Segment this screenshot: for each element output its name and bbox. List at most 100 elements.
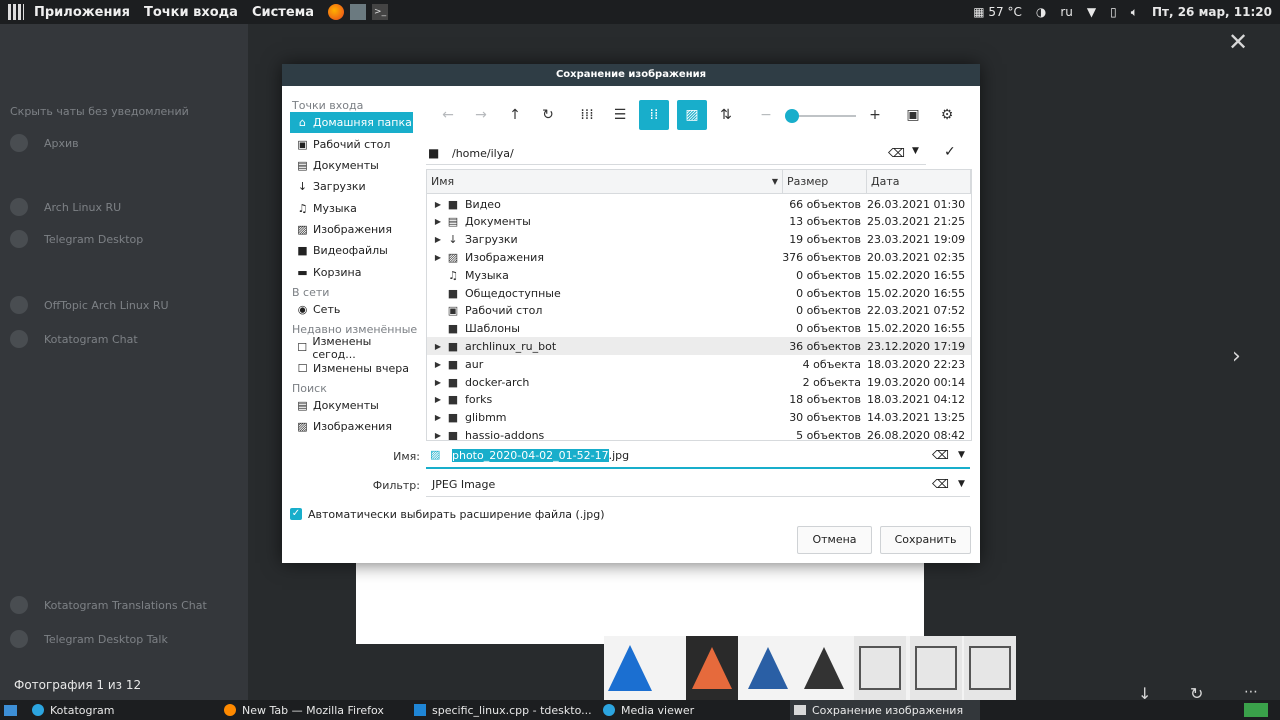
expand-arrow-icon[interactable]: ▶ xyxy=(433,342,443,351)
apps-grid-icon[interactable] xyxy=(8,4,24,20)
task-kotatogram[interactable]: Kotatogram xyxy=(32,700,114,720)
search-images[interactable]: ▨ Изображения xyxy=(290,416,413,437)
file-row[interactable]: ▶ ■ forks 18 объектов 18.03.2021 04:12 xyxy=(427,391,971,409)
sort-button[interactable]: ⇅ xyxy=(711,100,741,130)
firefox-launcher-icon[interactable] xyxy=(328,4,345,20)
thumbnail[interactable] xyxy=(742,636,794,700)
close-viewer-icon[interactable]: ✕ xyxy=(1228,28,1248,56)
path-dropdown-icon[interactable]: ▼ xyxy=(912,146,919,156)
volume-icon[interactable]: 🔈︎ xyxy=(1131,5,1138,20)
file-row[interactable]: ▶ ■ archlinux_ru_bot 36 объектов 23.12.2020 … xyxy=(427,337,971,356)
file-row[interactable]: ▶ ↓ Загрузки 19 объектов 23.03.2021 19:09 xyxy=(427,231,971,249)
column-size-header[interactable]: Размер xyxy=(783,170,867,194)
expand-arrow-icon[interactable]: ▶ xyxy=(433,253,443,262)
place-desktop[interactable]: ▣ Рабочий стол xyxy=(290,134,413,155)
task-firefox[interactable]: New Tab — Mozilla Firefox xyxy=(224,700,384,720)
place-trash[interactable]: ▬ Корзина xyxy=(290,262,413,283)
zoom-slider-handle[interactable] xyxy=(785,109,799,123)
zoom-in-button[interactable]: + xyxy=(860,100,890,130)
path-input[interactable] xyxy=(448,143,876,163)
back-button[interactable]: ← xyxy=(433,100,463,130)
auto-extension-checkbox[interactable]: ✓ xyxy=(290,508,302,520)
expand-arrow-icon[interactable]: ▶ xyxy=(433,395,443,404)
expand-arrow-icon[interactable]: ▶ xyxy=(433,217,443,226)
thumbnail[interactable] xyxy=(964,636,1016,700)
expand-arrow-icon[interactable]: ▶ xyxy=(433,413,443,422)
clear-filter-icon[interactable]: ⌫ xyxy=(932,477,949,491)
file-row[interactable]: ▶ ▨ Изображения 376 объектов 20.03.2021 02:3… xyxy=(427,248,971,266)
place-pictures[interactable]: ▨ Изображения xyxy=(290,219,413,240)
wifi-icon[interactable]: ▼ xyxy=(1087,5,1096,19)
folder-icon: ■ xyxy=(447,322,459,336)
column-name-header[interactable]: Имя ▼ xyxy=(427,170,783,194)
save-button[interactable]: Сохранить xyxy=(880,526,971,554)
filter-select[interactable]: JPEG Image ⌫ ▼ xyxy=(426,474,970,497)
show-desktop-button[interactable] xyxy=(4,700,17,720)
place-modified-yesterday[interactable]: ☐ Изменены вчера xyxy=(290,358,413,379)
expand-arrow-icon[interactable]: ▶ xyxy=(433,431,443,440)
filename-field[interactable]: ▨ photo_2020-04-02_01-52-17.jpg ⌫ ▼ xyxy=(426,445,970,469)
filename-text[interactable]: photo_2020-04-02_01-52-17.jpg xyxy=(452,449,629,462)
vpn-icon[interactable]: ◑ xyxy=(1036,5,1046,19)
menu-places[interactable]: Точки входа xyxy=(144,5,238,20)
place-home[interactable]: ⌂ Домашняя папка xyxy=(290,112,413,133)
task-save-dialog[interactable]: Сохранение изображения xyxy=(790,700,980,720)
more-icon[interactable]: ⋯ xyxy=(1244,684,1258,700)
task-vscode[interactable]: specific_linux.cpp - tdeskto... xyxy=(414,700,592,720)
place-downloads[interactable]: ↓ Загрузки xyxy=(290,176,413,197)
list-view-button[interactable]: ☰ xyxy=(605,100,635,130)
icon-view-button[interactable]: ⁞⁞⁞ xyxy=(572,100,602,130)
filter-dropdown-icon[interactable]: ▼ xyxy=(958,479,965,489)
confirm-path-icon[interactable]: ✓ xyxy=(944,144,956,160)
menu-system[interactable]: Система xyxy=(252,5,314,20)
file-row[interactable]: ■ Общедоступные 0 объектов 15.02.2020 16:55 xyxy=(427,284,971,302)
keyboard-layout[interactable]: ru xyxy=(1060,5,1073,19)
battery-icon[interactable]: ▯ xyxy=(1110,5,1117,19)
file-row[interactable]: ▶ ■ Видео 66 объектов 26.03.2021 01:30 xyxy=(427,195,971,213)
file-row[interactable]: ▶ ■ glibmm 30 объектов 14.03.2021 13:25 xyxy=(427,409,971,427)
column-date-header[interactable]: Дата xyxy=(867,170,971,194)
next-photo-icon[interactable]: › xyxy=(1232,344,1241,369)
terminal-launcher-icon[interactable]: >_ xyxy=(372,4,389,20)
file-row[interactable]: ■ Шаблоны 0 объектов 15.02.2020 16:55 xyxy=(427,320,971,338)
preview-toggle-button[interactable]: ▨ xyxy=(677,100,707,130)
cancel-button[interactable]: Отмена xyxy=(797,526,872,554)
new-folder-button[interactable]: ▣ xyxy=(898,100,928,130)
place-modified-today[interactable]: ☐ Изменены сегод... xyxy=(290,335,413,361)
place-videos[interactable]: ■ Видеофайлы xyxy=(290,240,413,261)
parent-folder-button[interactable]: ↑ xyxy=(500,100,530,130)
clear-filename-icon[interactable]: ⌫ xyxy=(932,448,949,462)
file-row[interactable]: ▣ Рабочий стол 0 объектов 22.03.2021 07:52 xyxy=(427,302,971,320)
detail-view-button[interactable]: ⁞⁞ xyxy=(639,100,669,130)
zoom-out-button[interactable]: − xyxy=(751,100,781,130)
place-network[interactable]: ◉ Сеть xyxy=(290,299,413,320)
thumbnail[interactable] xyxy=(604,636,656,700)
filename-dropdown-icon[interactable]: ▼ xyxy=(958,450,965,460)
file-row[interactable]: ♫ Музыка 0 объектов 15.02.2020 16:55 xyxy=(427,266,971,284)
expand-arrow-icon[interactable]: ▶ xyxy=(433,360,443,369)
file-row[interactable]: ▶ ■ aur 4 объекта 18.03.2020 22:23 xyxy=(427,355,971,373)
menu-applications[interactable]: Приложения xyxy=(34,5,130,20)
file-row[interactable]: ▶ ■ docker-arch 2 объекта 19.03.2020 00:14 xyxy=(427,373,971,391)
search-documents[interactable]: ▤ Документы xyxy=(290,395,413,416)
clock[interactable]: Пт, 26 мар, 11:20 xyxy=(1152,5,1272,19)
expand-arrow-icon[interactable]: ▶ xyxy=(433,235,443,244)
settings-button[interactable]: ⚙ xyxy=(932,100,962,130)
place-documents[interactable]: ▤ Документы xyxy=(290,155,413,176)
thumbnail[interactable] xyxy=(910,636,962,700)
file-row[interactable]: ▶ ■ hassio-addons 5 объектов 26.08.2020 08:4… xyxy=(427,426,971,440)
thumbnail[interactable] xyxy=(854,636,906,700)
task-media-viewer[interactable]: Media viewer xyxy=(603,700,694,720)
files-launcher-icon[interactable] xyxy=(350,4,367,20)
workspace-switcher[interactable] xyxy=(1244,700,1268,720)
clear-path-icon[interactable]: ⌫ xyxy=(888,146,905,160)
thumbnail[interactable] xyxy=(798,636,850,700)
cpu-temp[interactable]: ▦ 57 °C xyxy=(973,5,1022,19)
thumbnail[interactable] xyxy=(686,636,738,700)
file-row[interactable]: ▶ ▤ Документы 13 объектов 25.03.2021 21:25 xyxy=(427,213,971,231)
expand-arrow-icon[interactable]: ▶ xyxy=(433,200,443,209)
place-music[interactable]: ♫ Музыка xyxy=(290,198,413,219)
reload-button[interactable]: ↻ xyxy=(533,100,563,130)
forward-button[interactable]: → xyxy=(466,100,496,130)
expand-arrow-icon[interactable]: ▶ xyxy=(433,378,443,387)
